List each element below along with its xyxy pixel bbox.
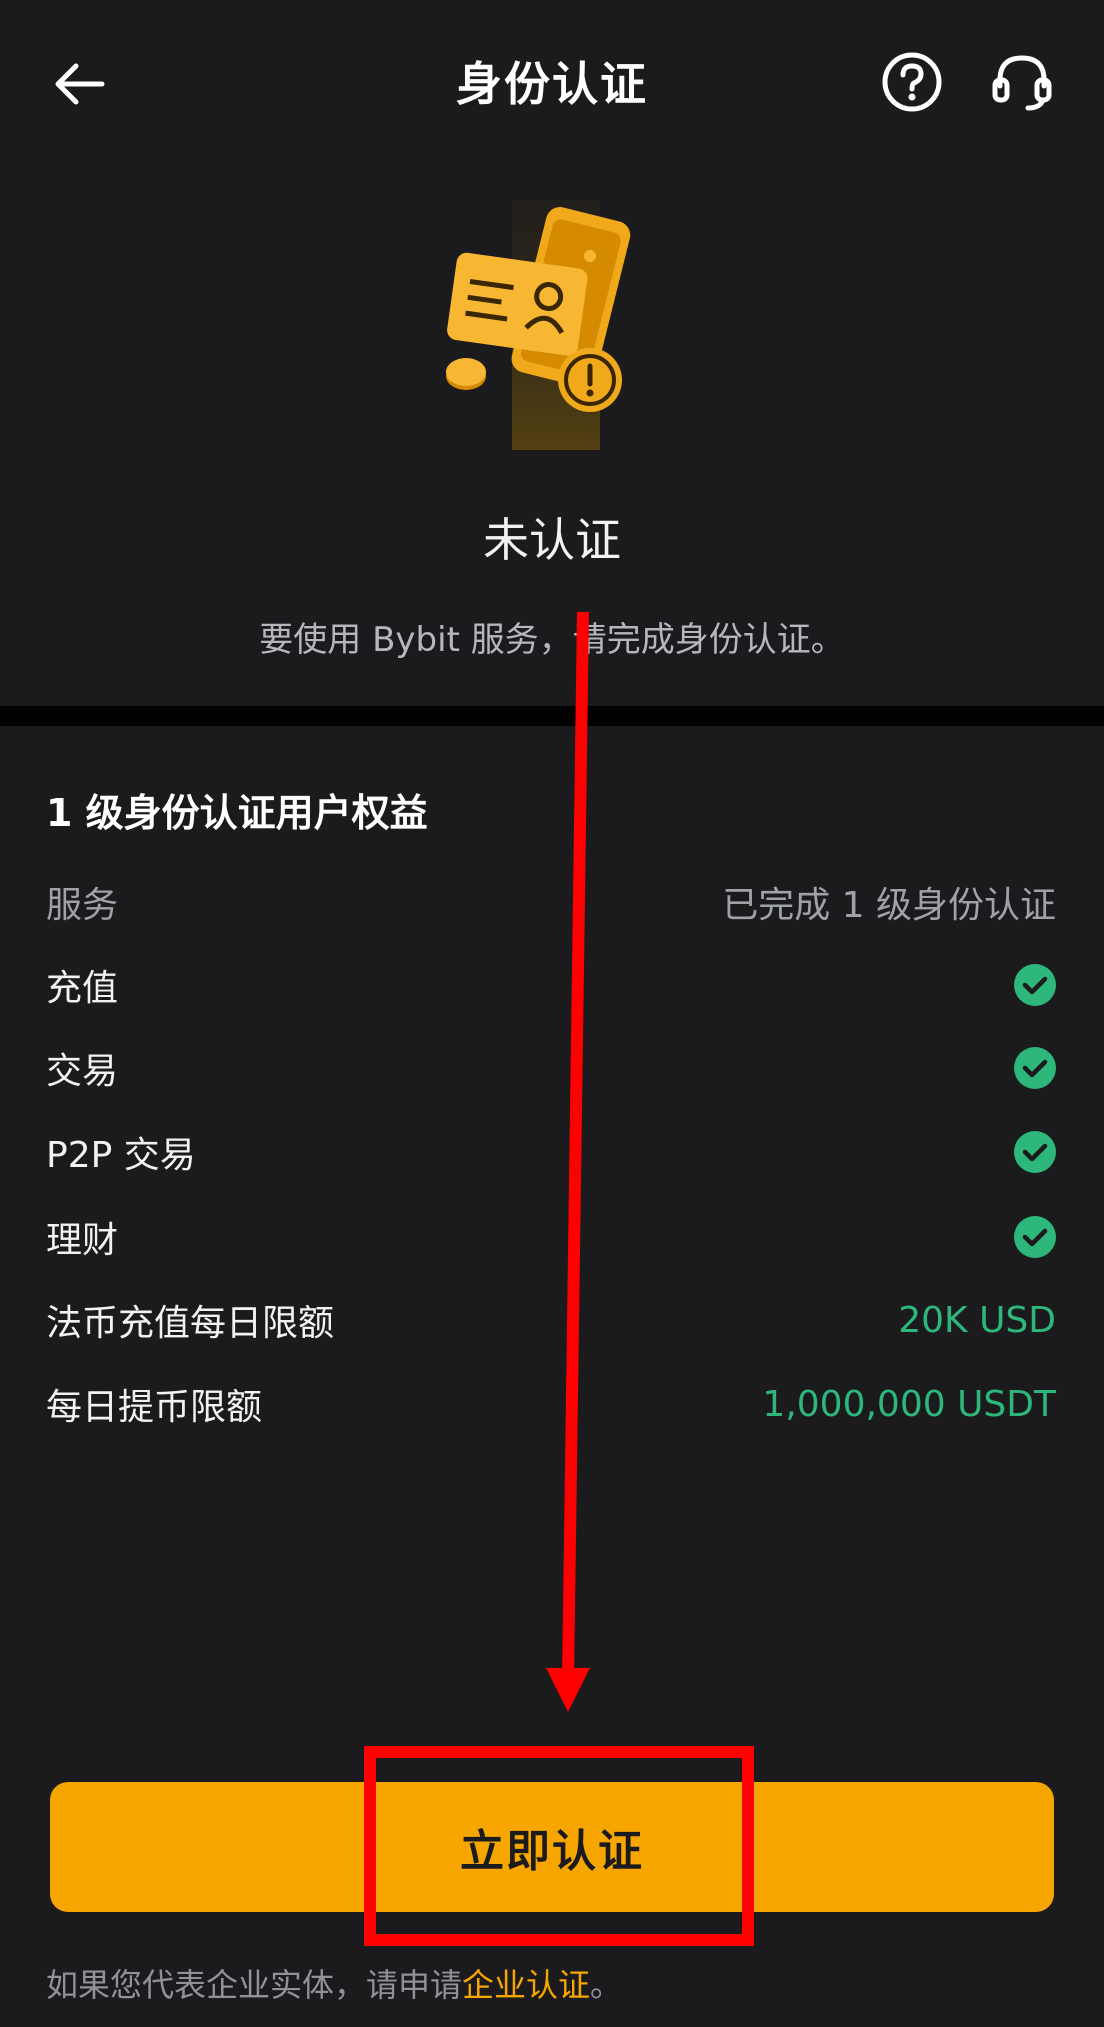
verification-hero (0, 190, 1104, 480)
benefit-label: 理财 (46, 1220, 119, 1261)
business-verification-link[interactable]: 企业认证 (462, 1966, 590, 2004)
limit-label: 每日提币限额 (46, 1387, 263, 1428)
check-circle-icon (1014, 1131, 1056, 1173)
verify-now-button[interactable]: 立即认证 (50, 1782, 1054, 1912)
headset-icon (992, 55, 1052, 111)
limit-value: 1,000,000 USDT (762, 1383, 1056, 1425)
benefit-label: 充值 (46, 968, 119, 1009)
level-status-label: 已完成 1 级身份认证 (722, 885, 1056, 926)
verify-now-label: 立即认证 (460, 1826, 644, 1877)
limit-label: 法币充值每日限额 (46, 1303, 335, 1344)
id-card-phone-warning-illustration (446, 200, 631, 450)
benefits-title: 1 级身份认证用户权益 (46, 791, 428, 835)
business-verification-note: 如果您代表企业实体，请申请企业认证。 (46, 1960, 622, 2006)
customer-support-button[interactable] (990, 50, 1054, 114)
benefit-label: P2P 交易 (46, 1135, 196, 1176)
limit-row-withdrawal: 每日提币限额 1,000,000 USDT (46, 1374, 1056, 1434)
verification-description: 要使用 Bybit 服务，请完成身份认证。 (259, 620, 845, 660)
question-circle-icon (882, 52, 942, 112)
benefit-row-deposit: 充值 (46, 955, 1056, 1015)
benefits-header-row: 服务 已完成 1 级身份认证 (46, 872, 1056, 932)
check-circle-icon (1014, 1047, 1056, 1089)
footer-suffix: 。 (590, 1966, 623, 2004)
benefit-row-earn: 理财 (46, 1207, 1056, 1267)
limit-value: 20K USD (898, 1299, 1056, 1341)
check-circle-icon (1014, 964, 1056, 1006)
verification-status: 未认证 (483, 513, 621, 567)
section-divider (0, 706, 1104, 726)
benefit-row-p2p: P2P 交易 (46, 1122, 1056, 1182)
check-circle-icon (1014, 1216, 1056, 1258)
service-column-label: 服务 (46, 885, 119, 926)
help-button[interactable] (880, 50, 944, 114)
limit-row-fiat-deposit: 法币充值每日限额 20K USD (46, 1290, 1056, 1350)
benefit-label: 交易 (46, 1051, 119, 1092)
benefit-row-trade: 交易 (46, 1038, 1056, 1098)
footer-text: 如果您代表企业实体，请申请 (46, 1966, 463, 2004)
top-bar: 身份认证 (0, 0, 1104, 160)
